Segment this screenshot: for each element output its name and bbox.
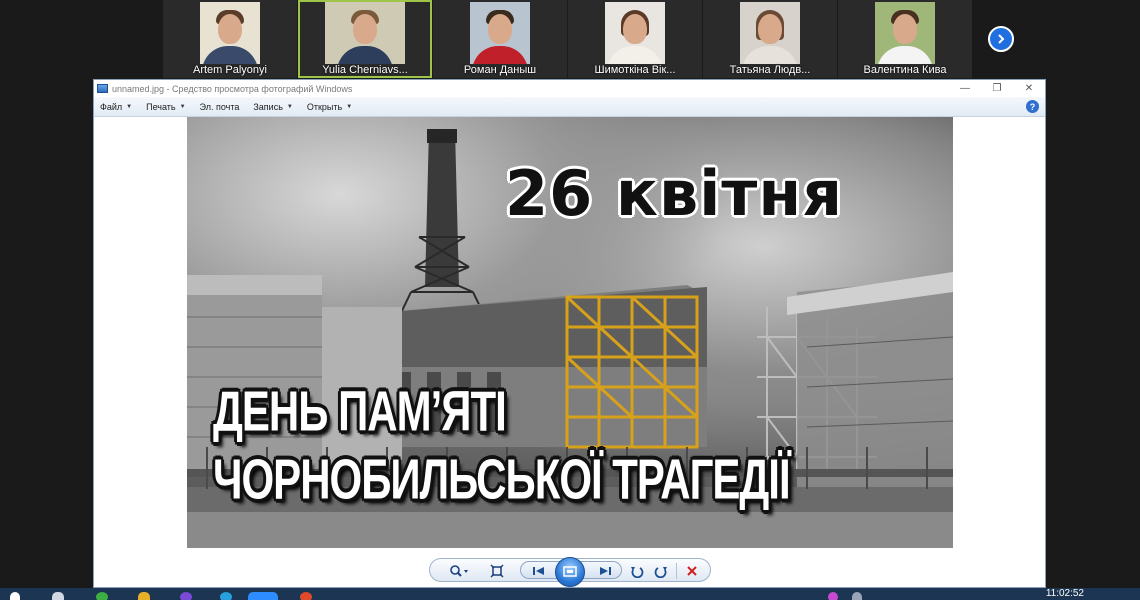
viber-icon[interactable] <box>180 592 192 600</box>
displayed-photo: 26 квітня ДЕНЬ ПАМ’ЯТІ ЧОРНОБИЛЬСЬКОЇ ТР… <box>187 117 953 548</box>
previous-icon <box>533 567 544 575</box>
menu-print[interactable]: Печать ▼ <box>146 102 185 112</box>
browser-icon[interactable] <box>300 592 312 600</box>
viewer-toolbar <box>429 557 711 587</box>
zoom-magnifier-icon <box>450 565 468 577</box>
menu-email[interactable]: Эл. почта <box>200 102 240 112</box>
participant-video <box>200 2 260 64</box>
slideshow-icon <box>563 566 577 577</box>
participant-name: Шимоткіна Вік... <box>594 64 676 76</box>
participant-tile[interactable]: Шимоткіна Вік... <box>568 0 702 78</box>
photo-viewer-icon <box>97 84 108 93</box>
participant-video <box>875 2 935 64</box>
tray-icon[interactable] <box>828 592 838 600</box>
fit-window-icon <box>490 564 504 578</box>
help-icon[interactable]: ? <box>1026 100 1039 113</box>
minimize-button[interactable]: — <box>949 80 981 97</box>
next-participants-button[interactable] <box>988 26 1014 52</box>
start-icon[interactable] <box>10 592 20 600</box>
participant-video <box>325 2 405 64</box>
rotate-counterclockwise-button[interactable] <box>628 562 646 580</box>
delete-x-icon <box>687 566 697 576</box>
zoom-app-icon[interactable] <box>248 592 278 600</box>
next-icon <box>600 567 611 575</box>
task-view-icon[interactable] <box>52 592 64 600</box>
file-explorer-icon[interactable] <box>138 592 150 600</box>
delete-button[interactable] <box>682 562 702 580</box>
participant-video <box>470 2 530 64</box>
participant-name: Yulia Cherniavs... <box>322 64 408 76</box>
viewer-menubar: Файл ▼ Печать ▼ Эл. почта Запись ▼ Открыть ▼… <box>94 97 1045 117</box>
restore-button[interactable]: ❐ <box>981 80 1013 97</box>
window-titlebar[interactable]: unnamed.jpg - Средство просмотра фотогра… <box>94 80 1045 97</box>
participant-tile[interactable]: Валентина Кива <box>838 0 972 78</box>
participant-tile[interactable]: Роман Даныш <box>433 0 567 78</box>
image-canvas: 26 квітня ДЕНЬ ПАМ’ЯТІ ЧОРНОБИЛЬСЬКОЇ ТР… <box>94 117 1045 555</box>
taskbar: 11:02:52 <box>0 588 1140 600</box>
actual-size-button[interactable] <box>486 562 508 580</box>
tray-icon[interactable] <box>852 592 862 600</box>
participant-name: Роман Даныш <box>463 64 537 76</box>
participant-name: Валентина Кива <box>863 64 947 76</box>
image-caption-line-1: ДЕНЬ ПАМ’ЯТІ <box>213 379 507 443</box>
window-title: unnamed.jpg - Средство просмотра фотогра… <box>112 83 353 94</box>
app-icon-blue[interactable] <box>220 592 232 600</box>
menu-burn[interactable]: Запись ▼ <box>253 102 292 112</box>
app-icon-green[interactable] <box>96 592 108 600</box>
slideshow-button[interactable] <box>555 557 585 587</box>
image-date-text: 26 квітня <box>505 157 844 230</box>
caret-down-icon: ▼ <box>179 103 186 110</box>
participant-name: Татьяна Людв... <box>729 64 811 76</box>
rotate-left-icon <box>631 567 644 578</box>
participant-video <box>605 2 665 64</box>
navigation-group <box>520 557 622 587</box>
caret-down-icon: ▼ <box>286 103 293 110</box>
rotate-clockwise-button[interactable] <box>652 562 670 580</box>
participant-strip: Artem Palyonyi Yulia Cherniavs... Роман … <box>0 0 1140 80</box>
image-caption-line-2: ЧОРНОБИЛЬСЬКОЇ ТРАГЕДІЇ <box>213 447 791 511</box>
participant-tile-active[interactable]: Yulia Cherniavs... <box>298 0 432 78</box>
zoom-button[interactable] <box>446 562 472 580</box>
taskbar-clock[interactable]: 11:02:52 <box>1046 588 1084 599</box>
chevron-right-icon <box>998 34 1005 44</box>
participant-tile[interactable]: Татьяна Людв... <box>703 0 837 78</box>
caret-down-icon: ▼ <box>126 103 133 110</box>
menu-file[interactable]: Файл ▼ <box>100 102 132 112</box>
previous-button[interactable] <box>529 562 549 580</box>
participant-video <box>740 2 800 64</box>
close-button[interactable]: ✕ <box>1013 80 1045 97</box>
screen: Artem Palyonyi Yulia Cherniavs... Роман … <box>0 0 1140 600</box>
participant-name: Artem Palyonyi <box>193 64 267 76</box>
photo-viewer-window: unnamed.jpg - Средство просмотра фотогра… <box>93 79 1046 588</box>
toolbar-separator <box>676 563 677 579</box>
next-button[interactable] <box>595 562 615 580</box>
menu-open[interactable]: Открыть ▼ <box>307 102 352 112</box>
participant-tile[interactable]: Artem Palyonyi <box>163 0 297 78</box>
caret-down-icon: ▼ <box>346 103 353 110</box>
rotate-right-icon <box>654 567 667 578</box>
